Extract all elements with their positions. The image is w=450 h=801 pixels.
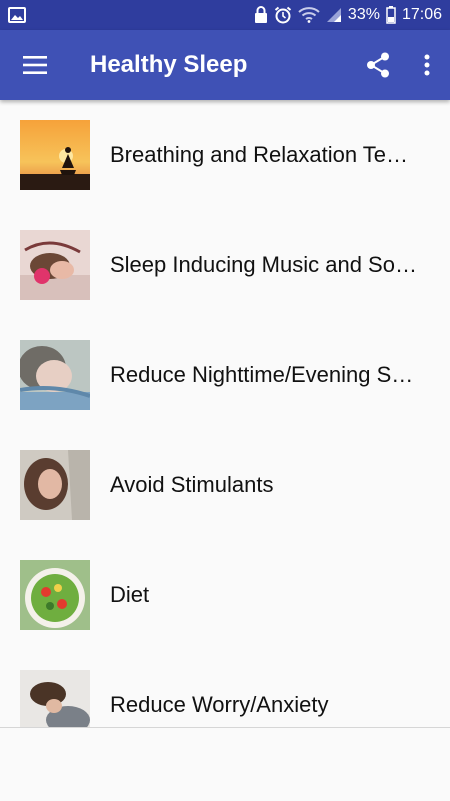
sleeping-headphones-thumbnail — [20, 230, 90, 300]
list-item[interactable]: Reduce Worry/Anxiety — [0, 650, 450, 727]
clock-time: 17:06 — [401, 6, 442, 23]
battery-percent: 33% — [347, 6, 380, 23]
share-icon — [367, 52, 389, 78]
child-sleeping-thumbnail — [20, 340, 90, 410]
woman-lying-thumbnail — [20, 450, 90, 520]
list-item[interactable]: Avoid Stimulants — [0, 430, 450, 540]
menu-icon — [23, 56, 47, 74]
wifi-icon — [298, 7, 320, 23]
lock-notification-icon — [254, 6, 267, 23]
list-item[interactable]: Sleep Inducing Music and So… — [0, 210, 450, 320]
list-item[interactable]: Breathing and Relaxation Te… — [0, 100, 450, 210]
page-title: Healthy Sleep — [90, 51, 248, 78]
topic-list: Breathing and Relaxation Te… Sleep Induc… — [0, 100, 450, 727]
list-item-label: Sleep Inducing Music and So… — [110, 252, 417, 277]
list-item-label: Diet — [110, 582, 150, 607]
list-item[interactable]: Reduce Nighttime/Evening S… — [0, 320, 450, 430]
salad-bowl-thumbnail — [20, 560, 90, 630]
app-bar: Healthy Sleep — [0, 30, 450, 100]
person-lying-thumbnail — [20, 670, 90, 727]
share-button[interactable] — [352, 30, 404, 100]
more-options-button[interactable] — [404, 30, 450, 100]
list-item-label: Avoid Stimulants — [110, 472, 274, 497]
status-left — [8, 7, 26, 23]
more-vert-icon — [424, 54, 430, 76]
bottom-area — [0, 727, 450, 801]
list-item-label: Reduce Nighttime/Evening S… — [110, 362, 414, 387]
list-item-label: Breathing and Relaxation Te… — [110, 142, 409, 167]
image-notification-icon — [8, 7, 26, 23]
list-item-label: Reduce Worry/Anxiety — [110, 692, 329, 717]
list-item[interactable]: Diet — [0, 540, 450, 650]
status-bar: 33% 17:06 — [0, 0, 450, 30]
meditation-sunset-thumbnail — [20, 120, 90, 190]
signal-icon — [326, 8, 341, 22]
alarm-icon — [274, 6, 292, 24]
status-right: 33% 17:06 — [254, 6, 442, 24]
menu-button[interactable] — [0, 30, 70, 100]
battery-icon — [386, 6, 396, 24]
